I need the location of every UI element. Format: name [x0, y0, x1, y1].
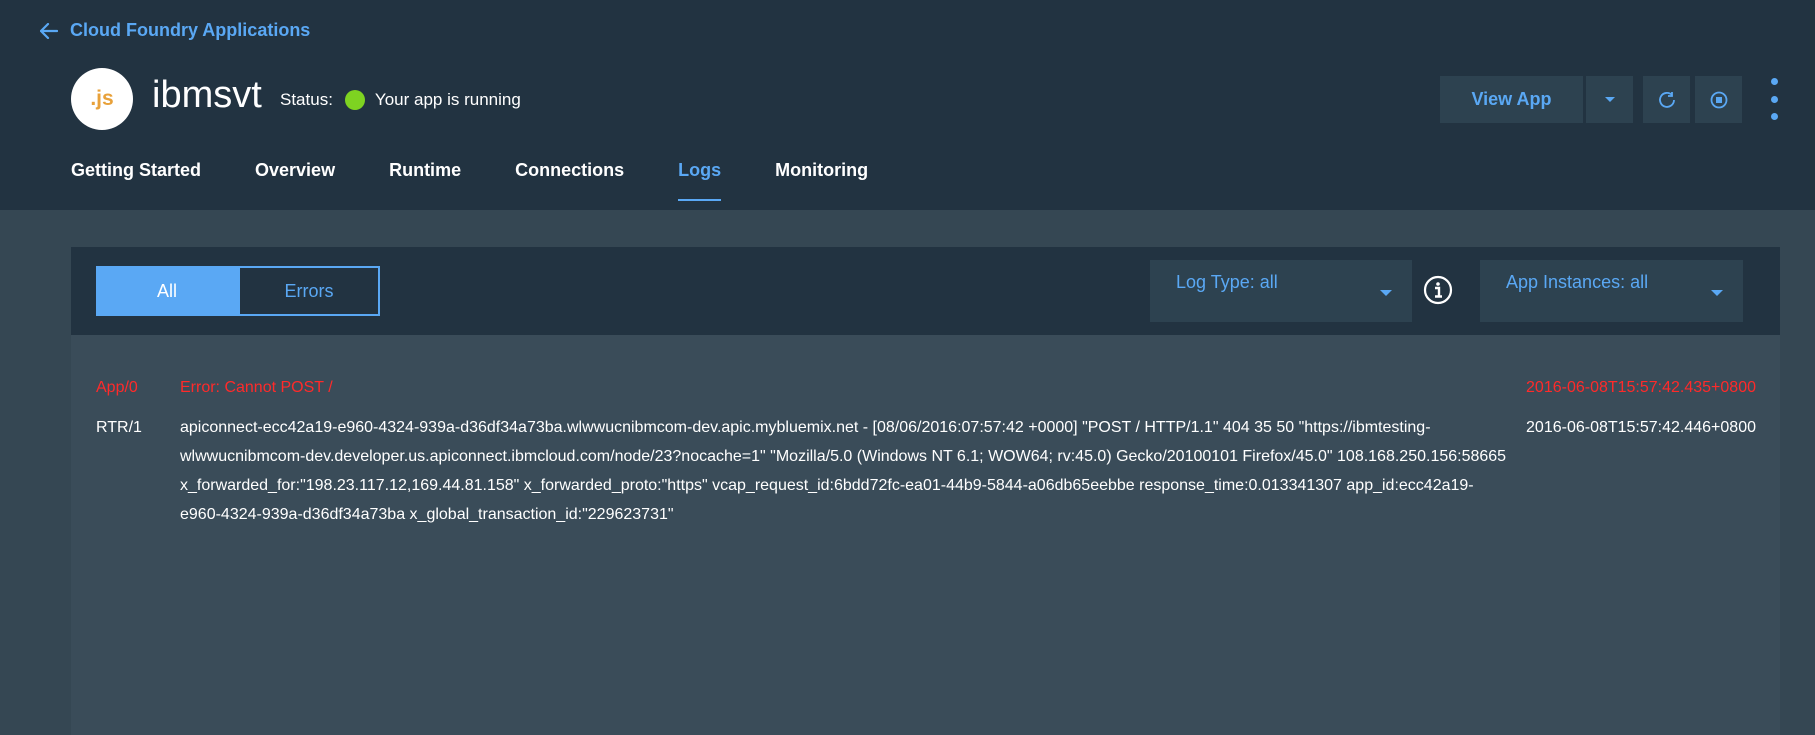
- tab-monitoring[interactable]: Monitoring: [775, 160, 868, 201]
- restart-button[interactable]: [1643, 76, 1690, 123]
- log-source: App/0: [96, 379, 138, 396]
- info-icon[interactable]: [1423, 275, 1453, 305]
- app-runtime-icon: .js: [71, 68, 133, 130]
- app-status: Status: Your app is running: [280, 90, 521, 110]
- tab-runtime[interactable]: Runtime: [389, 160, 461, 201]
- app-icon-text: .js: [90, 87, 114, 110]
- filter-all-button[interactable]: All: [96, 266, 238, 316]
- log-entry: App/0 Error: Cannot POST / 2016-06-08T15…: [96, 373, 1756, 403]
- tab-connections[interactable]: Connections: [515, 160, 624, 201]
- app-instances-label: App Instances: all: [1506, 272, 1649, 292]
- back-link[interactable]: Cloud Foundry Applications: [40, 20, 310, 41]
- overflow-dot: [1770, 95, 1778, 103]
- log-message: apiconnect-ecc42a19-e960-4324-939a-d36df…: [180, 419, 1507, 523]
- logs-toolbar: All Errors Log Type: all App Instances: …: [71, 247, 1780, 335]
- status-text: Your app is running: [374, 90, 521, 109]
- app-tabs: Getting Started Overview Runtime Connect…: [71, 160, 922, 201]
- app-instances-dropdown[interactable]: App Instances: all: [1480, 260, 1743, 322]
- caret-down-icon: [1711, 290, 1723, 296]
- log-timestamp: 2016-06-08T15:57:42.446+0800: [1526, 419, 1756, 436]
- stop-icon: [1710, 91, 1727, 108]
- log-message: Error: Cannot POST /: [180, 379, 333, 396]
- arrow-left-icon: [40, 22, 58, 39]
- tab-overview[interactable]: Overview: [255, 160, 335, 201]
- logs-panel: All Errors Log Type: all App Instances: …: [71, 247, 1780, 735]
- app-header: Cloud Foundry Applications .js ibmsvt St…: [0, 0, 1815, 210]
- overflow-menu-icon[interactable]: [1764, 78, 1784, 120]
- tab-getting-started[interactable]: Getting Started: [71, 160, 201, 201]
- back-link-label: Cloud Foundry Applications: [70, 20, 311, 40]
- view-app-label: View App: [1471, 89, 1552, 109]
- view-app-dropdown-button[interactable]: [1586, 76, 1633, 123]
- status-label: Status:: [280, 90, 333, 109]
- status-indicator-icon: [344, 90, 365, 110]
- caret-down-icon: [1604, 96, 1615, 102]
- log-entry: RTR/1 apiconnect-ecc42a19-e960-4324-939a…: [96, 413, 1756, 533]
- stop-button[interactable]: [1695, 76, 1742, 123]
- restart-icon: [1658, 91, 1675, 108]
- log-type-label: Log Type: all: [1176, 272, 1278, 292]
- log-type-dropdown[interactable]: Log Type: all: [1150, 260, 1412, 322]
- log-timestamp: 2016-06-08T15:57:42.435+0800: [1526, 379, 1756, 396]
- view-app-button[interactable]: View App: [1440, 76, 1583, 123]
- tab-logs[interactable]: Logs: [678, 160, 722, 201]
- app-name: ibmsvt: [152, 74, 262, 116]
- log-source: RTR/1: [96, 419, 142, 436]
- overflow-dot: [1770, 113, 1778, 120]
- overflow-dot: [1770, 78, 1778, 85]
- caret-down-icon: [1380, 290, 1392, 296]
- filter-errors-button[interactable]: Errors: [238, 266, 380, 316]
